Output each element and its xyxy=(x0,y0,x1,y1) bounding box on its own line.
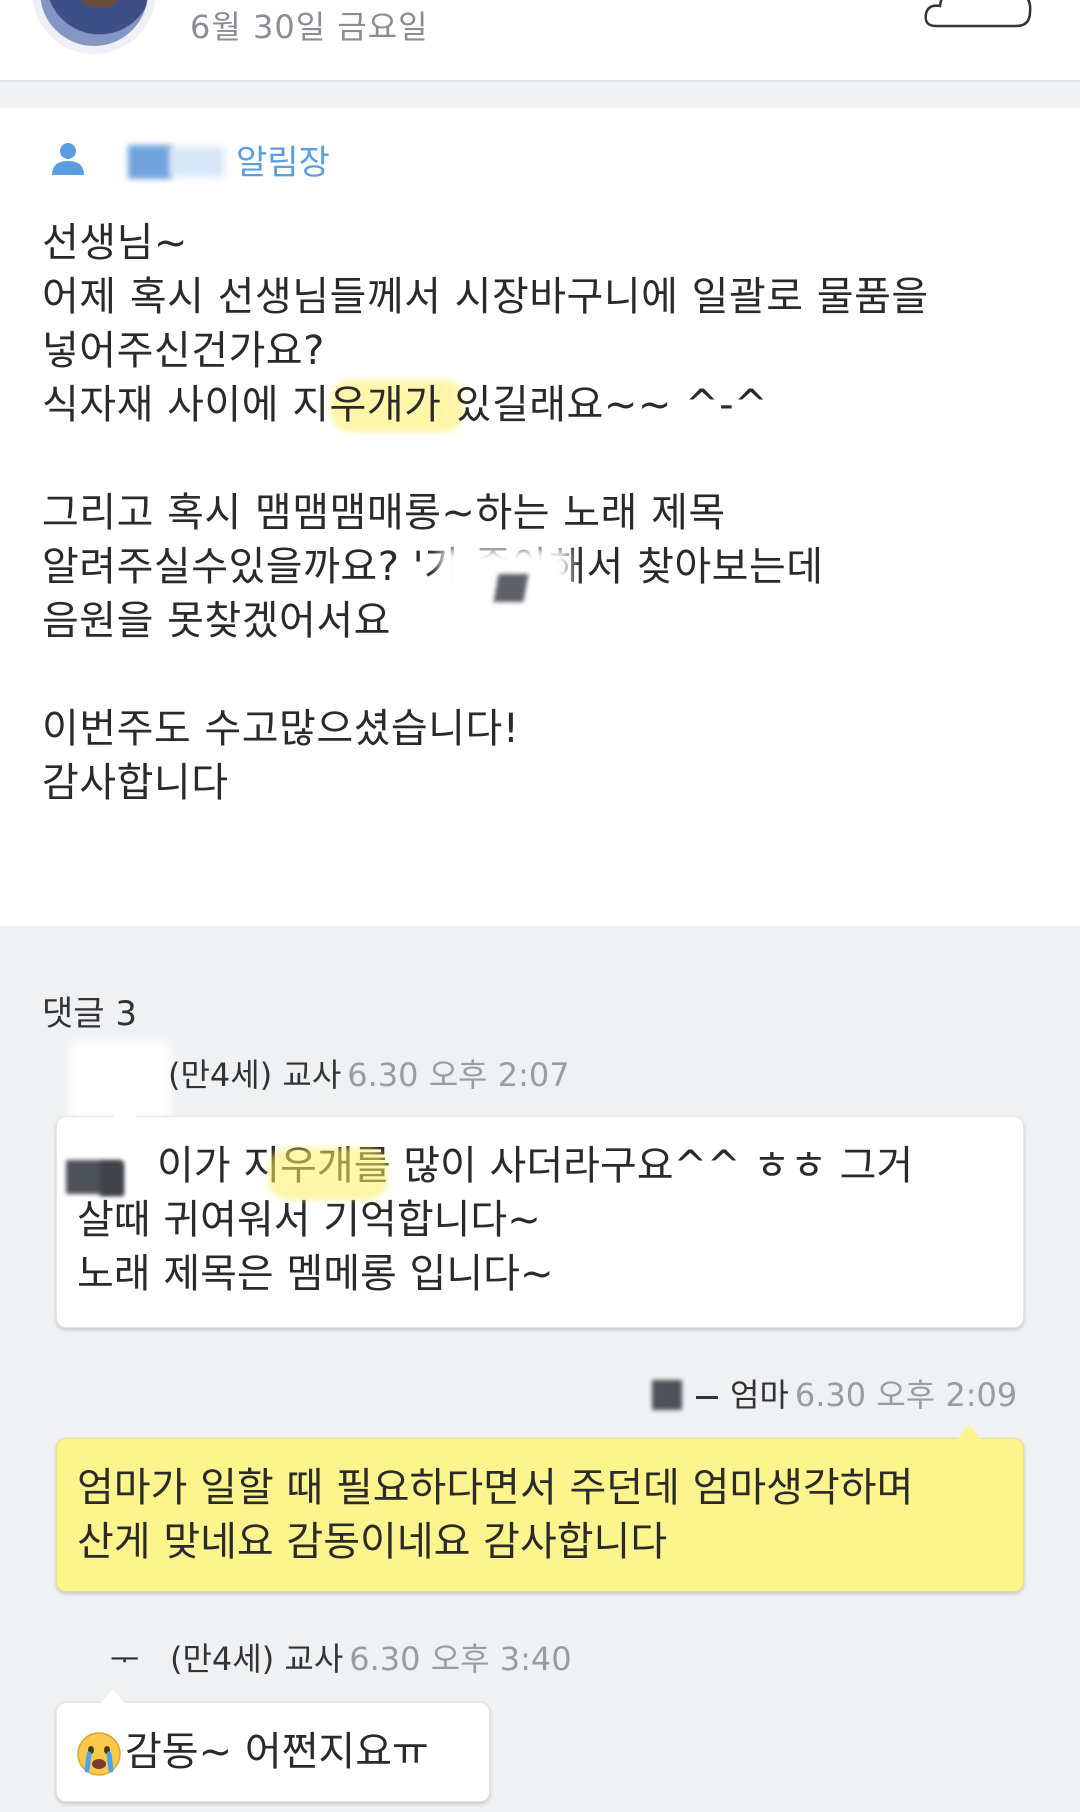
comment-line: 살때 귀여워서 기억합니다~ xyxy=(77,1197,541,1243)
comment-line: 이가 지우개를 많이 사더라구요^^ ㅎㅎ 그거 xyxy=(157,1143,914,1189)
comment-line: 노래 제목은 멤메롱 입니다~ xyxy=(77,1251,554,1297)
crying-face-icon xyxy=(77,1732,121,1776)
comment-time: 6.30 오후 2:09 xyxy=(794,1376,1018,1414)
comments-count: 댓글 3 xyxy=(42,994,137,1034)
comment-meta: ᅮ (만4세) 교사 6.30 오후 3:40 xyxy=(110,1634,572,1680)
comment-author: 엄마 xyxy=(730,1376,789,1414)
post-line: 감사합니다 xyxy=(42,760,229,806)
divider xyxy=(0,84,1080,108)
post-line: 음원을 못찾겠어서요 xyxy=(42,598,391,644)
comment-line: 엄마가 일할 때 필요하다면서 주던데 엄마생각하며 xyxy=(77,1465,914,1511)
post-line: 식자재 사이에 지우개가 있길래요~~ ^-^ xyxy=(42,382,769,428)
comment-bubble[interactable]: 이가 지우개를 많이 사더라구요^^ ㅎㅎ 그거 살때 귀여워서 기억합니다~ … xyxy=(56,1103,1024,1328)
bubble-tail xyxy=(957,1425,981,1439)
comment-meta: 엄마 6.30 오후 2:09 xyxy=(696,1370,1017,1416)
comment-line: 산게 맞네요 감동이네요 감사합니다 xyxy=(77,1519,668,1565)
redaction xyxy=(652,1380,682,1410)
redacted-name xyxy=(118,139,224,179)
highlight-mark xyxy=(268,1148,388,1200)
header: 6월 30일 금요일 xyxy=(0,0,1080,82)
comment-bubble-mine[interactable]: 엄마가 일할 때 필요하다면서 주던데 엄마생각하며 산게 맞네요 감동이네요 … xyxy=(56,1425,1024,1592)
person-icon xyxy=(52,143,84,175)
post-label-text: 알림장 xyxy=(236,142,330,183)
bubble-tail xyxy=(101,1689,125,1703)
comment-time: 6.30 오후 2:07 xyxy=(347,1056,570,1094)
comment-line: 감동~ 어쩐지요ㅠ xyxy=(125,1729,429,1775)
post-line: 넣어주신건가요? xyxy=(42,328,325,374)
redaction xyxy=(696,1395,718,1399)
post-line: 그리고 혹시 맴맴맴매롱~하는 노래 제목 xyxy=(42,490,726,536)
post-label[interactable]: 알림장 xyxy=(48,134,330,184)
redaction xyxy=(493,574,529,602)
redaction: ᅮ xyxy=(110,1640,140,1678)
post-body: 선생님~ 어제 혹시 선생님들께서 시장바구니에 일괄로 물품을 넣어주신건가요… xyxy=(42,216,1052,810)
redaction xyxy=(100,1162,124,1196)
post-card: 알림장 선생님~ 어제 혹시 선생님들께서 시장바구니에 일괄로 물품을 넣어주… xyxy=(0,108,1080,926)
comment-time: 6.30 오후 3:40 xyxy=(349,1640,572,1678)
comment-author: (만4세) 교사 xyxy=(168,1056,342,1094)
comment-meta: (만4세) 교사 6.30 오후 2:07 xyxy=(168,1050,570,1096)
post-date: 6월 30일 금요일 xyxy=(190,8,429,46)
post-line: 선생님~ xyxy=(42,220,188,266)
post-line xyxy=(42,432,1052,486)
cloud-icon xyxy=(924,0,1032,28)
post-line: 이번주도 수고많으셨습니다! xyxy=(42,706,520,752)
post-line xyxy=(42,648,1052,702)
bubble-tail xyxy=(113,1103,137,1117)
comment-author: (만4세) 교사 xyxy=(170,1640,344,1678)
avatar[interactable] xyxy=(32,0,156,54)
post-line: 어제 혹시 선생님들께서 시장바구니에 일괄로 물품을 xyxy=(42,274,929,320)
comment-bubble[interactable]: 감동~ 어쩐지요ㅠ xyxy=(56,1689,490,1802)
